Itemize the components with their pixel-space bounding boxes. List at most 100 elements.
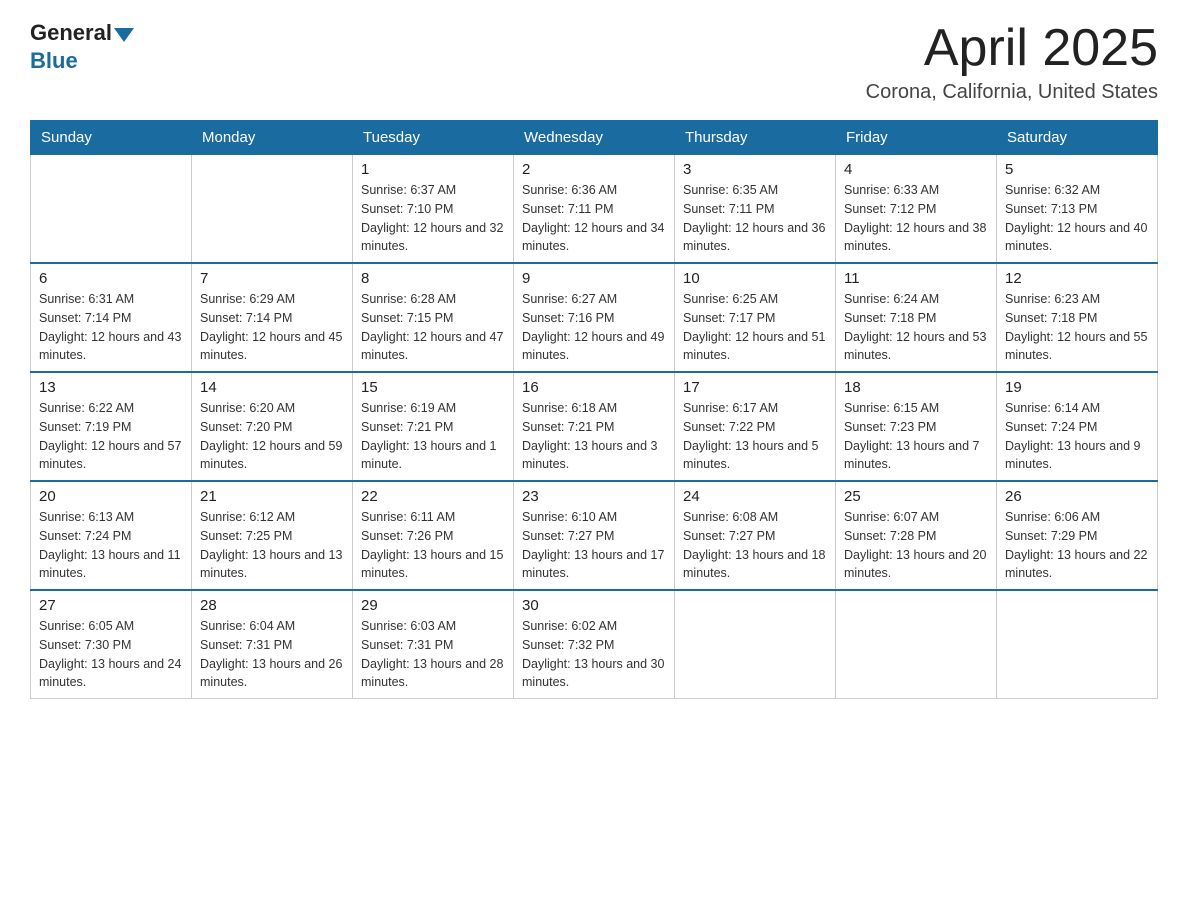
- cell-day-number: 30: [522, 597, 666, 614]
- cell-sun-info: Sunrise: 6:32 AMSunset: 7:13 PMDaylight:…: [1005, 181, 1149, 256]
- cell-day-number: 4: [844, 161, 988, 178]
- cell-day-number: 3: [683, 161, 827, 178]
- calendar-cell: 1 Sunrise: 6:37 AMSunset: 7:10 PMDaylight…: [353, 155, 514, 264]
- cell-sun-info: Sunrise: 6:29 AMSunset: 7:14 PMDaylight:…: [200, 290, 344, 365]
- cell-day-number: 1: [361, 161, 505, 178]
- calendar-title: April 2025: [866, 20, 1158, 77]
- cell-sun-info: Sunrise: 6:11 AMSunset: 7:26 PMDaylight:…: [361, 508, 505, 583]
- day-header-thursday: Thursday: [675, 121, 836, 155]
- cell-day-number: 29: [361, 597, 505, 614]
- logo-general-text: General: [30, 20, 112, 46]
- cell-sun-info: Sunrise: 6:27 AMSunset: 7:16 PMDaylight:…: [522, 290, 666, 365]
- cell-day-number: 25: [844, 488, 988, 505]
- cell-sun-info: Sunrise: 6:15 AMSunset: 7:23 PMDaylight:…: [844, 399, 988, 474]
- day-header-saturday: Saturday: [997, 121, 1158, 155]
- cell-sun-info: Sunrise: 6:33 AMSunset: 7:12 PMDaylight:…: [844, 181, 988, 256]
- cell-day-number: 10: [683, 270, 827, 287]
- cell-day-number: 7: [200, 270, 344, 287]
- page-header: General Blue April 2025 Corona, Californ…: [30, 20, 1158, 104]
- calendar-week-row: 6 Sunrise: 6:31 AMSunset: 7:14 PMDaylight…: [31, 263, 1158, 372]
- calendar-cell: 22 Sunrise: 6:11 AMSunset: 7:26 PMDayligh…: [353, 481, 514, 590]
- calendar-cell: 4 Sunrise: 6:33 AMSunset: 7:12 PMDaylight…: [836, 155, 997, 264]
- day-header-monday: Monday: [192, 121, 353, 155]
- calendar-cell: 8 Sunrise: 6:28 AMSunset: 7:15 PMDaylight…: [353, 263, 514, 372]
- cell-sun-info: Sunrise: 6:12 AMSunset: 7:25 PMDaylight:…: [200, 508, 344, 583]
- cell-sun-info: Sunrise: 6:06 AMSunset: 7:29 PMDaylight:…: [1005, 508, 1149, 583]
- cell-day-number: 11: [844, 270, 988, 287]
- calendar-table: SundayMondayTuesdayWednesdayThursdayFrid…: [30, 120, 1158, 699]
- cell-day-number: 27: [39, 597, 183, 614]
- calendar-cell: 18 Sunrise: 6:15 AMSunset: 7:23 PMDayligh…: [836, 372, 997, 481]
- cell-day-number: 23: [522, 488, 666, 505]
- cell-day-number: 6: [39, 270, 183, 287]
- calendar-week-row: 27 Sunrise: 6:05 AMSunset: 7:30 PMDayligh…: [31, 590, 1158, 699]
- cell-sun-info: Sunrise: 6:13 AMSunset: 7:24 PMDaylight:…: [39, 508, 183, 583]
- day-header-sunday: Sunday: [31, 121, 192, 155]
- cell-day-number: 9: [522, 270, 666, 287]
- calendar-subtitle: Corona, California, United States: [866, 81, 1158, 104]
- calendar-cell: 19Sunrise: 6:14 AMSunset: 7:24 PMDayligh…: [997, 372, 1158, 481]
- calendar-cell: 27 Sunrise: 6:05 AMSunset: 7:30 PMDayligh…: [31, 590, 192, 699]
- cell-sun-info: Sunrise: 6:28 AMSunset: 7:15 PMDaylight:…: [361, 290, 505, 365]
- cell-day-number: 18: [844, 379, 988, 396]
- cell-sun-info: Sunrise: 6:35 AMSunset: 7:11 PMDaylight:…: [683, 181, 827, 256]
- cell-sun-info: Sunrise: 6:31 AMSunset: 7:14 PMDaylight:…: [39, 290, 183, 365]
- cell-day-number: 28: [200, 597, 344, 614]
- cell-sun-info: Sunrise: 6:19 AMSunset: 7:21 PMDaylight:…: [361, 399, 505, 474]
- day-header-wednesday: Wednesday: [514, 121, 675, 155]
- cell-sun-info: Sunrise: 6:23 AMSunset: 7:18 PMDaylight:…: [1005, 290, 1149, 365]
- calendar-cell: 25 Sunrise: 6:07 AMSunset: 7:28 PMDayligh…: [836, 481, 997, 590]
- calendar-cell: 20 Sunrise: 6:13 AMSunset: 7:24 PMDayligh…: [31, 481, 192, 590]
- calendar-cell: 30 Sunrise: 6:02 AMSunset: 7:32 PMDayligh…: [514, 590, 675, 699]
- calendar-cell: [192, 155, 353, 264]
- cell-sun-info: Sunrise: 6:22 AMSunset: 7:19 PMDaylight:…: [39, 399, 183, 474]
- cell-sun-info: Sunrise: 6:04 AMSunset: 7:31 PMDaylight:…: [200, 617, 344, 692]
- calendar-cell: 17Sunrise: 6:17 AMSunset: 7:22 PMDayligh…: [675, 372, 836, 481]
- calendar-cell: 12Sunrise: 6:23 AMSunset: 7:18 PMDayligh…: [997, 263, 1158, 372]
- calendar-cell: 15 Sunrise: 6:19 AMSunset: 7:21 PMDayligh…: [353, 372, 514, 481]
- calendar-week-row: 20 Sunrise: 6:13 AMSunset: 7:24 PMDayligh…: [31, 481, 1158, 590]
- calendar-cell: 26 Sunrise: 6:06 AMSunset: 7:29 PMDayligh…: [997, 481, 1158, 590]
- cell-day-number: 5: [1005, 161, 1149, 178]
- cell-sun-info: Sunrise: 6:05 AMSunset: 7:30 PMDaylight:…: [39, 617, 183, 692]
- cell-day-number: 21: [200, 488, 344, 505]
- calendar-cell: 29Sunrise: 6:03 AMSunset: 7:31 PMDayligh…: [353, 590, 514, 699]
- calendar-header-row: SundayMondayTuesdayWednesdayThursdayFrid…: [31, 121, 1158, 155]
- calendar-cell: 7 Sunrise: 6:29 AMSunset: 7:14 PMDaylight…: [192, 263, 353, 372]
- calendar-cell: [31, 155, 192, 264]
- cell-sun-info: Sunrise: 6:02 AMSunset: 7:32 PMDaylight:…: [522, 617, 666, 692]
- title-area: April 2025 Corona, California, United St…: [866, 20, 1158, 104]
- cell-sun-info: Sunrise: 6:10 AMSunset: 7:27 PMDaylight:…: [522, 508, 666, 583]
- cell-day-number: 14: [200, 379, 344, 396]
- calendar-cell: 2 Sunrise: 6:36 AMSunset: 7:11 PMDaylight…: [514, 155, 675, 264]
- calendar-cell: 13Sunrise: 6:22 AMSunset: 7:19 PMDayligh…: [31, 372, 192, 481]
- cell-day-number: 19: [1005, 379, 1149, 396]
- calendar-cell: 16Sunrise: 6:18 AMSunset: 7:21 PMDayligh…: [514, 372, 675, 481]
- cell-sun-info: Sunrise: 6:36 AMSunset: 7:11 PMDaylight:…: [522, 181, 666, 256]
- calendar-cell: 24 Sunrise: 6:08 AMSunset: 7:27 PMDayligh…: [675, 481, 836, 590]
- cell-sun-info: Sunrise: 6:08 AMSunset: 7:27 PMDaylight:…: [683, 508, 827, 583]
- calendar-week-row: 13Sunrise: 6:22 AMSunset: 7:19 PMDayligh…: [31, 372, 1158, 481]
- cell-sun-info: Sunrise: 6:25 AMSunset: 7:17 PMDaylight:…: [683, 290, 827, 365]
- cell-day-number: 2: [522, 161, 666, 178]
- calendar-cell: 3 Sunrise: 6:35 AMSunset: 7:11 PMDaylight…: [675, 155, 836, 264]
- cell-day-number: 8: [361, 270, 505, 287]
- cell-day-number: 16: [522, 379, 666, 396]
- cell-day-number: 24: [683, 488, 827, 505]
- cell-day-number: 22: [361, 488, 505, 505]
- cell-sun-info: Sunrise: 6:37 AMSunset: 7:10 PMDaylight:…: [361, 181, 505, 256]
- cell-sun-info: Sunrise: 6:24 AMSunset: 7:18 PMDaylight:…: [844, 290, 988, 365]
- day-header-friday: Friday: [836, 121, 997, 155]
- calendar-cell: 11 Sunrise: 6:24 AMSunset: 7:18 PMDayligh…: [836, 263, 997, 372]
- cell-day-number: 17: [683, 379, 827, 396]
- logo-arrow-icon: [114, 28, 134, 42]
- cell-day-number: 20: [39, 488, 183, 505]
- logo-blue-text: Blue: [30, 48, 78, 74]
- cell-day-number: 15: [361, 379, 505, 396]
- calendar-cell: [836, 590, 997, 699]
- calendar-cell: 5 Sunrise: 6:32 AMSunset: 7:13 PMDaylight…: [997, 155, 1158, 264]
- calendar-cell: 14Sunrise: 6:20 AMSunset: 7:20 PMDayligh…: [192, 372, 353, 481]
- cell-sun-info: Sunrise: 6:07 AMSunset: 7:28 PMDaylight:…: [844, 508, 988, 583]
- calendar-week-row: 1 Sunrise: 6:37 AMSunset: 7:10 PMDaylight…: [31, 155, 1158, 264]
- cell-day-number: 26: [1005, 488, 1149, 505]
